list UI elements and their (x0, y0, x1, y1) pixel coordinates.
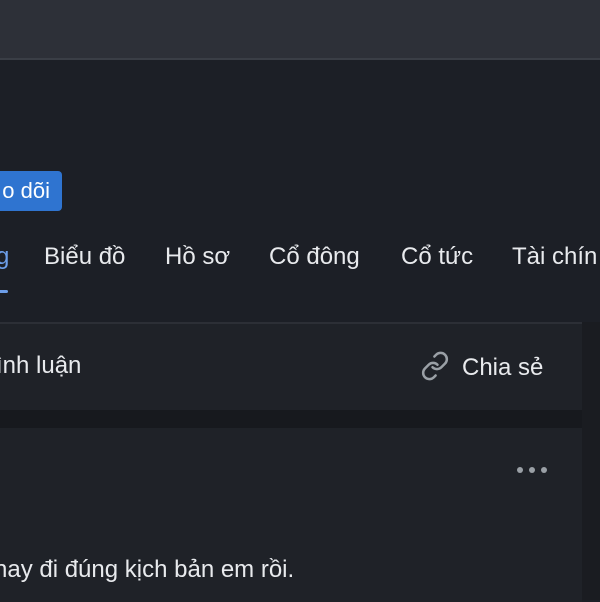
post-item: nay đi đúng kịch bản em rồi. (0, 428, 582, 602)
tab-financials[interactable]: Tài chín (512, 238, 597, 276)
follow-button[interactable]: o dõi (0, 171, 62, 211)
comment-button[interactable]: ình luận (0, 352, 81, 380)
stock-header: o dõi g Biểu đồ Hồ sơ Cổ đông Cổ tức Tài… (0, 60, 600, 322)
post-actions: ình luận Chia sẻ (0, 324, 582, 410)
tab-dividends[interactable]: Cổ tức (401, 238, 473, 276)
share-button[interactable]: Chia sẻ (420, 348, 543, 388)
more-options-button[interactable] (514, 458, 550, 482)
scroll-gutter (582, 322, 600, 600)
more-horizontal-icon (517, 467, 547, 473)
tab-bar: g Biểu đồ Hồ sơ Cổ đông Cổ tức Tài chín (0, 238, 600, 298)
tab-profile[interactable]: Hồ sơ (165, 238, 230, 276)
active-tab-indicator (0, 290, 8, 293)
post-content: nay đi đúng kịch bản em rồi. (0, 556, 295, 583)
tab-shareholders[interactable]: Cổ đông (269, 238, 360, 276)
tab-news[interactable]: g (0, 238, 9, 276)
tab-chart[interactable]: Biểu đồ (44, 238, 125, 276)
link-icon (420, 351, 450, 386)
share-label: Chia sẻ (462, 354, 544, 381)
divider (0, 410, 582, 428)
top-bar (0, 0, 600, 60)
post-panel: ình luận Chia sẻ nay đi đúng kịch bản em… (0, 322, 582, 602)
